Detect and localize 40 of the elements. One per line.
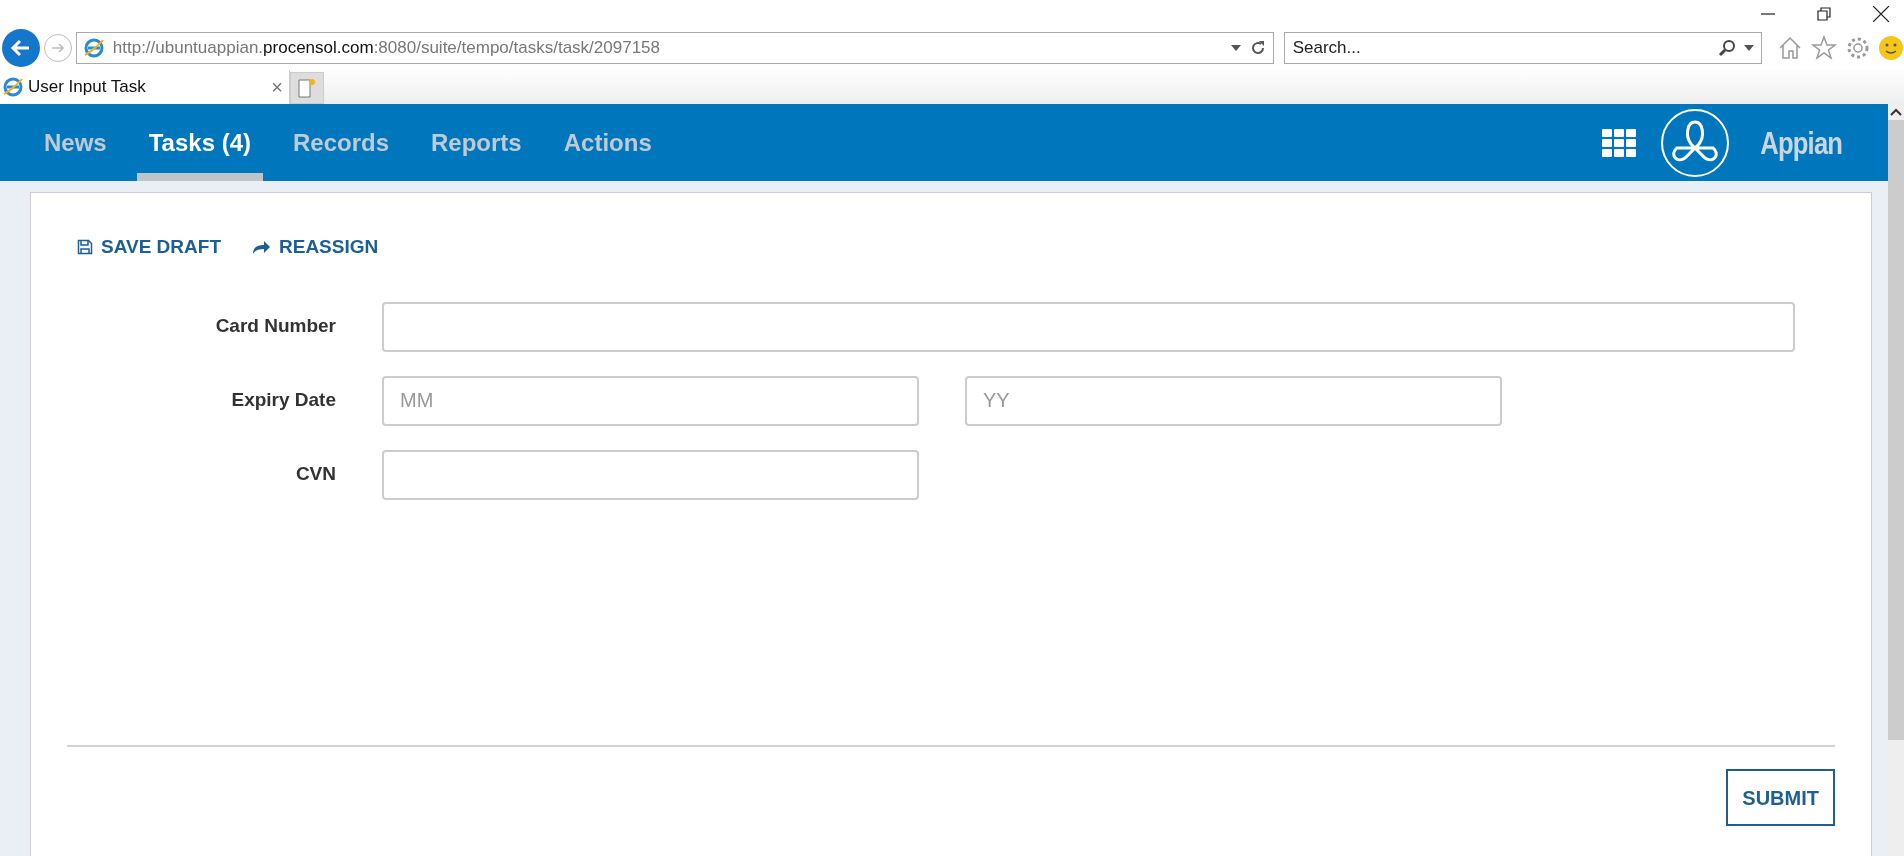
nav-tab[interactable]: Reports (419, 104, 534, 181)
browser-logo-icon (82, 37, 105, 59)
browser-tab[interactable]: User Input Task × (0, 70, 290, 104)
field-label: Card Number (214, 314, 336, 339)
input-field[interactable]: YY (965, 375, 1502, 426)
new-tab-button[interactable] (290, 72, 324, 104)
tab-close-button[interactable]: × (267, 72, 287, 102)
close-icon[interactable] (1872, 5, 1890, 23)
input-field[interactable]: MM (382, 375, 919, 426)
search-field[interactable]: Search... (1283, 32, 1762, 64)
reassign-button[interactable]: REASSIGN (251, 233, 379, 262)
restore-icon[interactable] (1816, 6, 1832, 22)
logo-icon (1659, 107, 1730, 178)
address-bar[interactable]: http://ubuntuappian.procensol.com:8080/suite/tempo/tasks/task/2097158 (75, 32, 1274, 64)
field-label: Expiry Date (230, 388, 336, 413)
submit-button[interactable]: SUBMIT (1726, 769, 1835, 826)
dropdown-caret-icon[interactable] (1744, 45, 1754, 51)
browser-logo-icon (2, 76, 24, 98)
input-field[interactable] (382, 301, 1795, 352)
brand-name: Appian (1759, 123, 1842, 163)
back-arrow-icon (9, 37, 32, 59)
input-field[interactable] (382, 449, 919, 500)
star-icon[interactable] (1810, 34, 1838, 62)
new-page-icon (297, 77, 317, 99)
tab-title: User Input Task (28, 76, 147, 99)
url-text: http://ubuntuappian.procensol.com:8080/suite/tempo/tasks/task/2097158 (112, 37, 660, 60)
nav-tab[interactable]: Tasks (4) (136, 104, 263, 181)
nav-tab[interactable]: Actions (551, 104, 664, 181)
nav-tab[interactable]: Records (281, 104, 402, 181)
dropdown-caret-icon[interactable] (1230, 45, 1241, 51)
search-icon[interactable] (1718, 39, 1736, 57)
smiley-icon[interactable] (1878, 35, 1904, 61)
save-draft-button[interactable]: SAVE DRAFT (77, 233, 221, 262)
app-grid-icon[interactable] (1601, 128, 1636, 157)
nav-tab[interactable]: News (32, 104, 119, 181)
share-arrow-icon (251, 239, 271, 256)
scrollbar[interactable] (1888, 104, 1904, 856)
floppy-disk-icon (77, 239, 93, 256)
back-button[interactable] (2, 29, 40, 67)
field-label: CVN (294, 462, 336, 487)
